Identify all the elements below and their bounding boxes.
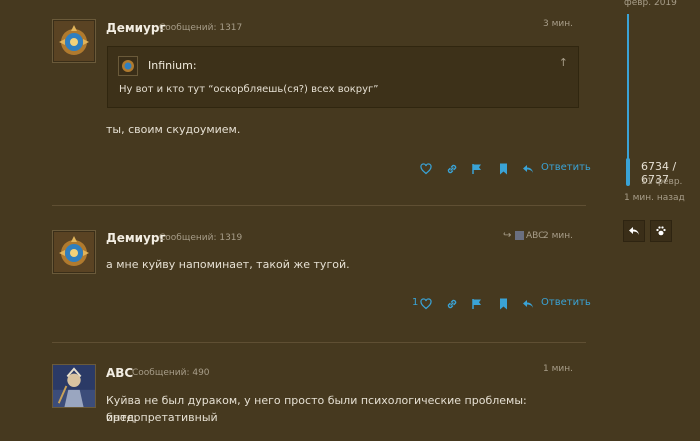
post-actions: 1 Ответить: [410, 296, 591, 312]
post-count: Сообщений: 1317: [159, 23, 243, 33]
reply-icon[interactable]: [520, 296, 536, 312]
post-count: Сообщений: 490: [132, 368, 210, 378]
timeline-top-date[interactable]: февр. 2019: [624, 0, 677, 8]
timeline-last-activity[interactable]: 1 мин. назад: [624, 193, 685, 203]
timeline-handle[interactable]: [626, 158, 630, 186]
bookmark-icon[interactable]: [495, 161, 511, 177]
avatar[interactable]: [52, 19, 96, 63]
quote-avatar: [118, 56, 138, 76]
post-text-line: Куйва не был дураком, у него просто были…: [106, 394, 527, 424]
link-icon[interactable]: [444, 296, 460, 312]
link-icon[interactable]: [444, 161, 460, 177]
character-portrait-icon: [53, 365, 95, 407]
timeline-date: 11 февр.: [641, 177, 683, 187]
quote-block: Infinium: ↑ Ну вот и кто тут “оскорбляеш…: [107, 46, 579, 108]
post: Демиург Сообщений: 1317 3 мин. Infinium:…: [0, 0, 591, 205]
hearthstone-emblem-icon: [122, 60, 134, 72]
post-text: а мне куйву напоминает, такой же тугой.: [106, 258, 350, 271]
like-icon[interactable]: [418, 296, 434, 312]
post-count: Сообщений: 1319: [159, 233, 243, 243]
post-text: ты, своим скудоумием.: [106, 123, 241, 136]
paw-icon: [656, 226, 666, 236]
reply-button[interactable]: Ответить: [541, 162, 591, 173]
username[interactable]: Демиург: [106, 21, 166, 35]
flag-icon[interactable]: [469, 296, 485, 312]
post-time[interactable]: 3 мин.: [543, 19, 573, 29]
reply-via-user[interactable]: ABC: [526, 231, 544, 241]
reply-icon[interactable]: [520, 161, 536, 177]
post-text-line: бред.: [106, 411, 138, 424]
quote-author[interactable]: Infinium:: [148, 59, 197, 72]
reply-via-icon: ↪: [503, 230, 512, 241]
hearthstone-emblem-icon: [54, 232, 94, 272]
post: Демиург Сообщений: 1319 ↪ ABC 2 мин. а м…: [0, 206, 591, 341]
reply-button[interactable]: Ответить: [541, 297, 591, 308]
timeline-paw-button[interactable]: [650, 220, 672, 242]
reply-via-avatar: [515, 231, 524, 240]
hearthstone-emblem-icon: [54, 21, 94, 61]
post: ABC Сообщений: 490 1 мин. Куйва не был д…: [0, 343, 590, 441]
post-time[interactable]: 1 мин.: [543, 364, 573, 374]
flag-icon[interactable]: [469, 161, 485, 177]
reply-icon: [629, 227, 639, 235]
avatar[interactable]: [52, 364, 96, 408]
like-icon[interactable]: [418, 161, 434, 177]
avatar[interactable]: [52, 230, 96, 274]
username[interactable]: Демиург: [106, 231, 166, 245]
post-time[interactable]: 2 мин.: [543, 231, 573, 241]
quote-text: Ну вот и кто тут “оскорбляешь(ся?) всех …: [119, 84, 379, 95]
post-actions: Ответить: [418, 161, 591, 177]
username[interactable]: ABC: [106, 366, 133, 380]
timeline-reply-button[interactable]: [623, 220, 645, 242]
quote-jump-icon[interactable]: ↑: [559, 56, 568, 69]
bookmark-icon[interactable]: [495, 296, 511, 312]
